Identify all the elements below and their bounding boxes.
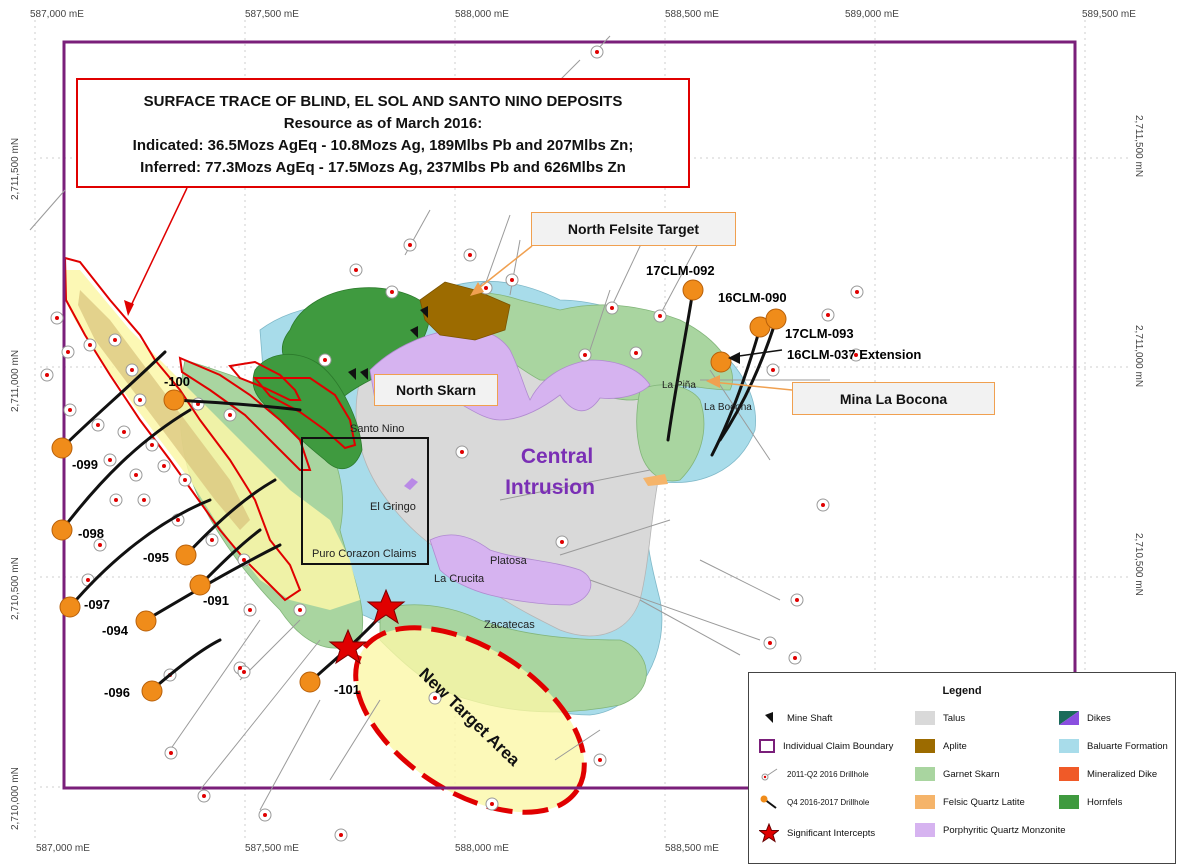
star-icon	[759, 823, 779, 843]
resource-title: SURFACE TRACE OF BLIND, EL SOL AND SANTO…	[143, 93, 623, 110]
coord-bottom-e-1: 587,500 mE	[245, 843, 299, 854]
legend-item-mine-shaft: Mine Shaft	[759, 711, 832, 725]
mina-la-bocona-label: Mina La Bocona	[839, 390, 948, 407]
legend-item-drillhole-2011: 2011-Q2 2016 Drillhole	[759, 767, 869, 781]
resource-indicated: Indicated: 36.5Mozs AgEq - 10.8Mozs Ag, …	[132, 137, 634, 154]
legend-item-intercepts: Significant Intercepts	[759, 823, 875, 843]
coord-top-e-4: 589,000 mE	[845, 9, 899, 20]
mine-shaft-icon	[765, 712, 773, 723]
q4-drillhole-icon	[760, 795, 777, 809]
resource-date: Resource as of March 2016:	[283, 115, 483, 132]
coord-right-n-2: 2,710,500 mN	[1133, 533, 1144, 596]
mina-la-bocona-box: Mina La Bocona	[792, 382, 995, 415]
legend-label-hornfels: Hornfels	[1087, 796, 1123, 808]
central-intrusion-label-1: Central	[521, 445, 593, 468]
hole-label-097: -097	[84, 597, 110, 612]
coord-right-n-1: 2,711,000 mN	[1133, 325, 1144, 387]
legend-item-aplite: Aplite	[915, 739, 967, 753]
legend-title: Legend	[942, 685, 982, 697]
hole-label-17clm-092: 17CLM-092	[646, 263, 715, 278]
place-la-crucita: La Crucita	[434, 573, 485, 585]
coord-left-n-2: 2,710,500 mN	[10, 557, 21, 620]
coord-bottom-e-3: 588,500 mE	[665, 843, 719, 854]
place-santo-nino: Santo Nino	[350, 423, 404, 435]
coord-right-n-0: 2,711,500 mN	[1133, 115, 1144, 177]
legend-label-garnet-skarn: Garnet Skarn	[943, 768, 1000, 780]
mineralized-dike-swatch	[1059, 767, 1079, 781]
legend-item-baluarte: Baluarte Formation	[1059, 739, 1168, 753]
place-puro-corazon: Puro Corazon Claims	[312, 548, 417, 560]
coord-top-e-5: 589,500 mE	[1082, 9, 1136, 20]
place-la-pina: La Piña	[662, 380, 696, 391]
legend-label-baluarte: Baluarte Formation	[1087, 740, 1168, 752]
legend-label-porphyritic: Porphyritic Quartz Monzonite	[943, 824, 1066, 836]
coord-top-e-0: 587,000 mE	[30, 9, 84, 20]
legend-item-garnet-skarn: Garnet Skarn	[915, 767, 1000, 781]
legend-label-talus: Talus	[943, 712, 966, 724]
legend-label-drillhole-q4: Q4 2016-2017 Drillhole	[787, 797, 870, 807]
legend-item-dikes: Dikes	[1059, 711, 1111, 725]
north-felsite-target-label: North Felsite Target	[567, 221, 700, 237]
legend-label-drillhole-2011: 2011-Q2 2016 Drillhole	[787, 769, 869, 779]
map-legend: Legend Mine Shaft Individual Claim Bound…	[748, 672, 1176, 864]
place-el-gringo: El Gringo	[370, 501, 416, 513]
place-zacatecas: Zacatecas	[484, 619, 535, 631]
legend-item-mineralized-dike: Mineralized Dike	[1059, 767, 1157, 781]
hornfels-swatch	[1059, 795, 1079, 809]
coord-left-n-3: 2,710,000 mN	[10, 767, 21, 830]
hole-label-099: -099	[72, 457, 98, 472]
legend-item-claim-boundary: Individual Claim Boundary	[759, 739, 893, 753]
legend-label-mine-shaft: Mine Shaft	[787, 712, 833, 724]
legend-item-hornfels: Hornfels	[1059, 795, 1122, 809]
talus-swatch	[915, 711, 935, 725]
legend-item-drillhole-q4: Q4 2016-2017 Drillhole	[759, 795, 869, 809]
legend-label-aplite: Aplite	[943, 740, 967, 752]
felsic-swatch	[915, 795, 935, 809]
coord-top-e-1: 587,500 mE	[245, 9, 299, 20]
coord-bottom-e-2: 588,000 mE	[455, 843, 509, 854]
hole-label-091: -091	[203, 593, 229, 608]
hole-label-096: -096	[104, 685, 130, 700]
legend-label-dikes: Dikes	[1087, 712, 1111, 724]
historic-drillhole-icon	[761, 768, 778, 781]
hole-label-094: -094	[102, 623, 129, 638]
hole-label-17clm-093: 17CLM-093	[785, 326, 854, 341]
central-intrusion-label-2: Intrusion	[505, 476, 595, 499]
porphyritic-swatch	[915, 823, 935, 837]
legend-label-intercepts: Significant Intercepts	[787, 827, 876, 839]
claim-boundary-swatch	[759, 739, 775, 753]
hole-label-101: -101	[334, 682, 360, 697]
baluarte-swatch	[1059, 739, 1079, 753]
legend-label-mineralized-dike: Mineralized Dike	[1087, 768, 1158, 780]
legend-item-felsic: Felsic Quartz Latite	[915, 795, 1025, 809]
north-skarn-box: North Skarn	[374, 374, 498, 406]
coord-left-n-0: 2,711,500 mN	[10, 138, 21, 200]
coord-top-e-3: 588,500 mE	[665, 9, 719, 20]
hole-label-16clm-090: 16CLM-090	[718, 290, 787, 305]
coord-left-n-1: 2,711,000 mN	[10, 350, 21, 412]
coord-top-e-2: 588,000 mE	[455, 9, 509, 20]
dikes-swatch	[1059, 711, 1079, 725]
hole-label-16clm-037: 16CLM-037 Extension	[787, 347, 921, 362]
resource-callout: SURFACE TRACE OF BLIND, EL SOL AND SANTO…	[76, 78, 690, 188]
resource-inferred: Inferred: 77.3Mozs AgEq - 17.5Mozs Ag, 2…	[140, 159, 626, 176]
north-felsite-target-box: North Felsite Target	[531, 212, 736, 246]
hole-label-098: -098	[78, 526, 104, 541]
north-skarn-label: North Skarn	[395, 382, 477, 398]
place-la-bocona: La Bocona	[704, 402, 752, 413]
coord-bottom-e-0: 587,000 mE	[36, 843, 90, 854]
legend-label-claim-boundary: Individual Claim Boundary	[783, 740, 894, 752]
hole-label-095: -095	[143, 550, 169, 565]
hole-label-100: -100	[164, 374, 190, 389]
legend-label-felsic: Felsic Quartz Latite	[943, 796, 1025, 808]
garnet-skarn-swatch	[915, 767, 935, 781]
legend-item-porphyritic: Porphyritic Quartz Monzonite	[915, 823, 1066, 837]
legend-item-talus: Talus	[915, 711, 965, 725]
place-platosa: Platosa	[490, 555, 528, 567]
aplite-swatch	[915, 739, 935, 753]
